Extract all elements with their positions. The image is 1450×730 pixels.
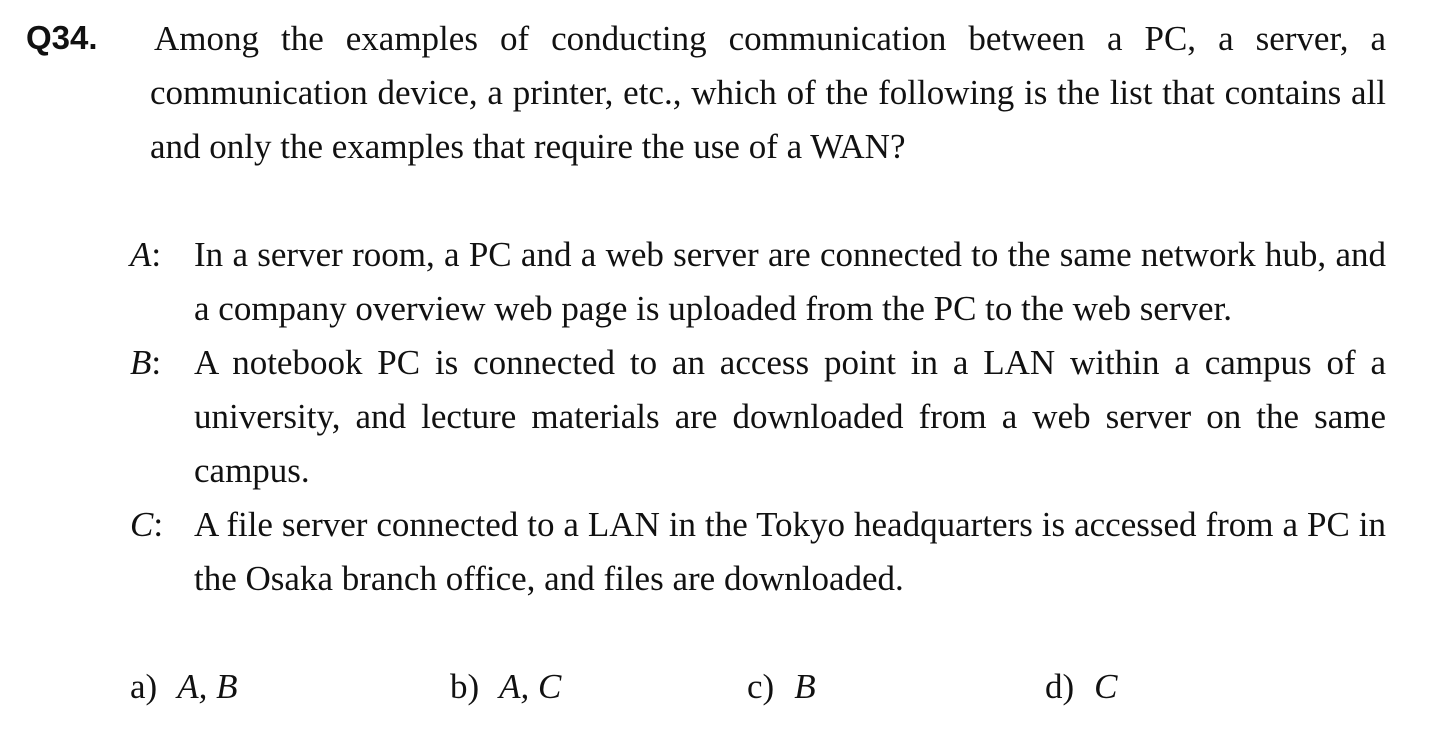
choice-d[interactable]: d) C <box>1045 660 1118 714</box>
item-c: C: A file server connected to a LAN in t… <box>130 498 1386 606</box>
choice-b-label: b) <box>450 667 480 706</box>
item-c-letter: C <box>130 505 154 544</box>
choice-a[interactable]: a) A, B <box>130 660 237 714</box>
question-stem: Among the examples of conducting communi… <box>150 19 1386 166</box>
item-b-separator: : <box>151 343 162 382</box>
choice-c-value: B <box>794 667 816 706</box>
item-c-text: A file server connected to a LAN in the … <box>194 505 1386 598</box>
choice-d-label: d) <box>1045 667 1075 706</box>
item-b: B: A notebook PC is connected to an acce… <box>130 336 1386 498</box>
choice-a-label: a) <box>130 667 158 706</box>
choice-d-value: C <box>1094 667 1118 706</box>
item-a-separator: : <box>151 235 162 274</box>
choice-a-value: A, B <box>177 667 238 706</box>
choice-c-label: c) <box>747 667 775 706</box>
item-b-letter: B <box>130 343 152 382</box>
item-c-separator: : <box>153 505 164 544</box>
item-a-letter: A <box>130 235 152 274</box>
choice-c[interactable]: c) B <box>747 660 816 714</box>
item-a-label: A: <box>130 228 186 282</box>
question-number: Q34. <box>26 19 98 56</box>
item-a-text: In a server room, a PC and a web server … <box>194 235 1386 328</box>
item-b-label: B: <box>130 336 186 390</box>
item-c-label: C: <box>130 498 186 552</box>
choice-b-value: A, C <box>499 667 562 706</box>
choice-b[interactable]: b) A, C <box>450 660 561 714</box>
item-b-text: A notebook PC is connected to an access … <box>194 343 1386 490</box>
item-a: A: In a server room, a PC and a web serv… <box>130 228 1386 336</box>
